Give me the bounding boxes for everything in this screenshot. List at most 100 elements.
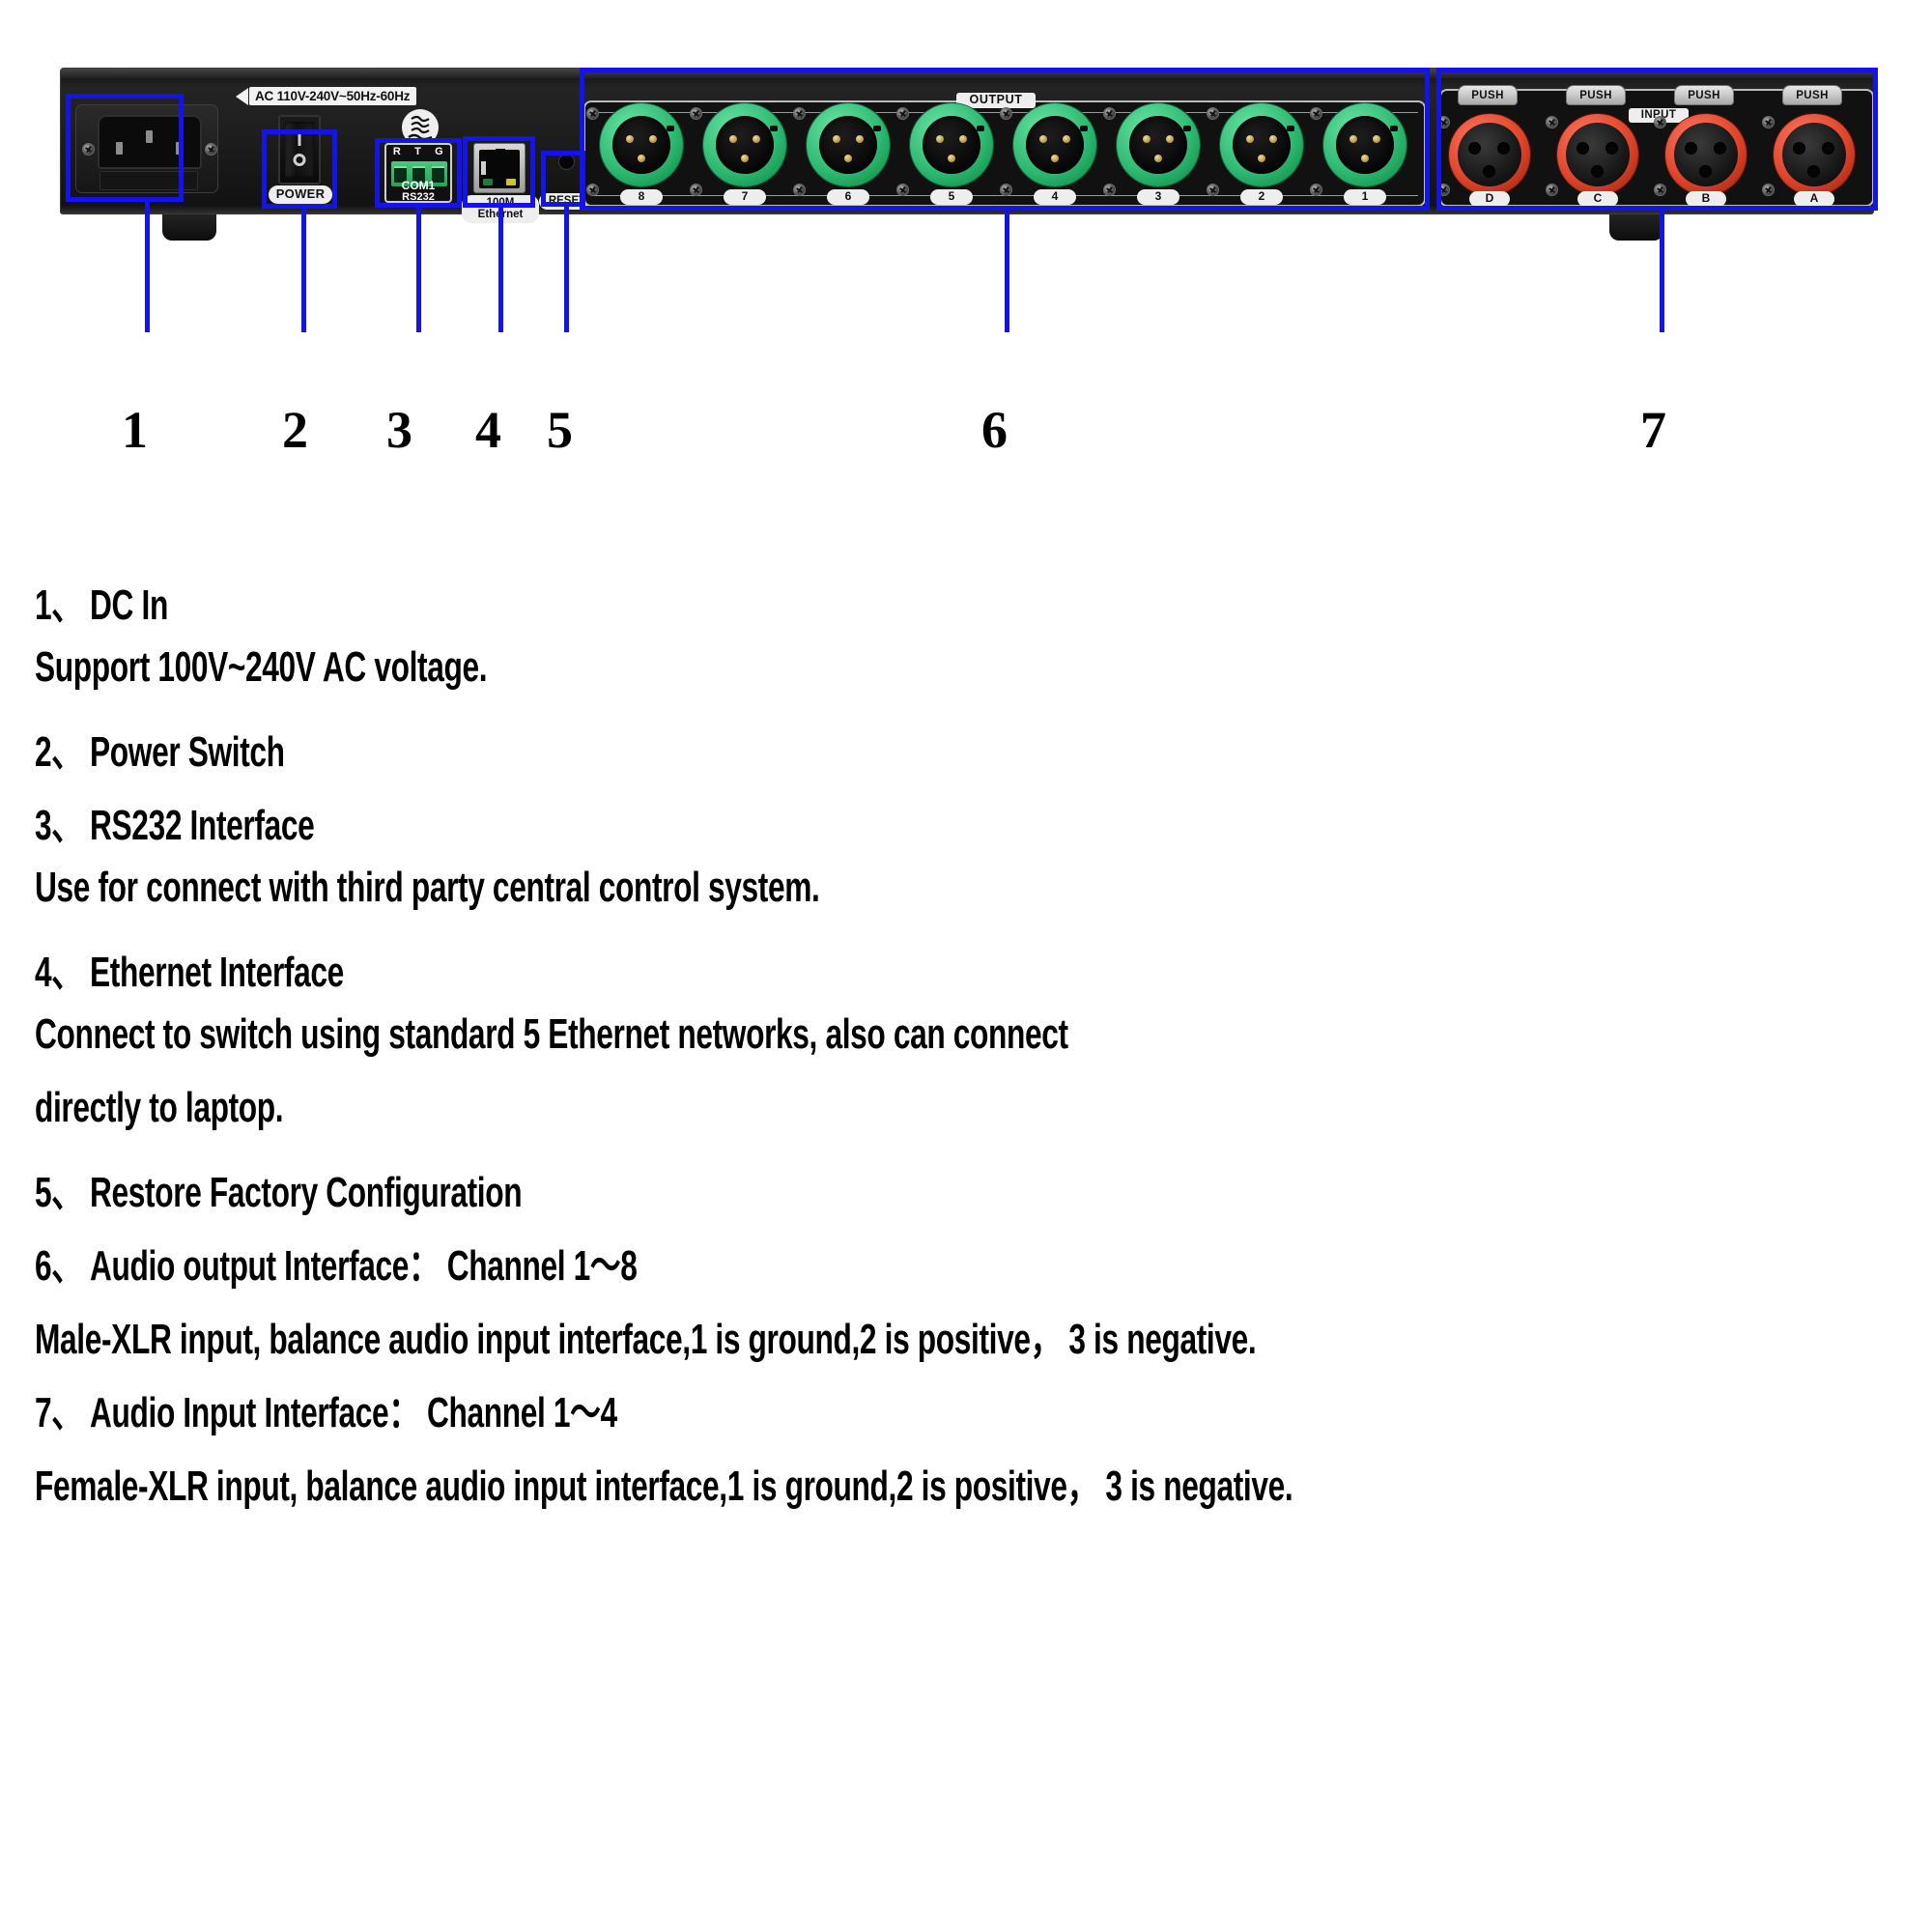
output-channel-label: 2 <box>1240 189 1283 205</box>
callout-leader-7 <box>1660 211 1664 332</box>
input-push-release-tab[interactable]: PUSH <box>1674 85 1734 105</box>
xlr-socket-1 <box>1822 142 1834 155</box>
ac-pin-live <box>116 142 123 155</box>
screw-icon <box>1437 184 1450 196</box>
xlr-female-body <box>1566 123 1630 186</box>
screw-icon <box>896 184 909 196</box>
callout-leader-3 <box>416 208 421 332</box>
xlr-pin-1 <box>741 155 749 162</box>
item-2-title: 2、 Power Switch <box>35 728 285 776</box>
callout-number-2: 2 <box>282 401 308 459</box>
xlr-socket-1 <box>1605 142 1618 155</box>
screw-icon <box>82 143 95 156</box>
screw-icon <box>1207 107 1219 120</box>
item-6-body: Male-XLR input, balance audio input inte… <box>35 1316 1257 1363</box>
xlr-bore <box>1026 116 1088 174</box>
power-rocker[interactable] <box>285 122 314 178</box>
xlr-pin-3 <box>959 135 967 143</box>
screw-icon <box>1103 107 1116 120</box>
screw-icon <box>1546 184 1558 196</box>
chassis-foot-left <box>162 213 216 241</box>
output-xlr-connector[interactable] <box>1010 100 1099 189</box>
xlr-key-tab-icon <box>667 126 674 131</box>
reset-button[interactable] <box>558 154 575 170</box>
input-channel-label: B <box>1686 191 1726 207</box>
input-xlr-connector[interactable] <box>1665 114 1747 195</box>
xlr-key-tab-icon <box>1080 126 1088 131</box>
xlr-female-body <box>1674 123 1738 186</box>
item-1-title: 1、 DC In <box>35 582 168 629</box>
item-3-title: 3、 RS232 Interface <box>35 802 315 849</box>
xlr-pin-1 <box>844 155 852 162</box>
screw-icon <box>1546 116 1558 128</box>
screw-icon <box>690 107 702 120</box>
xlr-pin-2 <box>1350 135 1357 143</box>
screw-icon <box>690 184 702 196</box>
xlr-pin-1 <box>1258 155 1265 162</box>
callout-leader-6 <box>1005 211 1009 332</box>
rs232-protocol-label: RS232 <box>402 190 435 203</box>
xlr-pin-3 <box>753 135 760 143</box>
xlr-female-body <box>1458 123 1521 186</box>
input-xlr-connector[interactable] <box>1557 114 1638 195</box>
rs232-terminal-r: R <box>392 146 402 157</box>
xlr-pin-2 <box>936 135 944 143</box>
input-push-release-tab[interactable]: PUSH <box>1782 85 1842 105</box>
item-7-body: Female-XLR input, balance audio input in… <box>35 1463 1293 1510</box>
xlr-pin-3 <box>649 135 657 143</box>
rs232-terminal-g: G <box>435 146 444 157</box>
item-3-body: Use for connect with third party central… <box>35 864 820 911</box>
screw-icon <box>896 107 909 120</box>
screw-icon <box>1310 184 1322 196</box>
xlr-key-tab-icon <box>1183 126 1191 131</box>
xlr-socket-3 <box>1807 165 1820 178</box>
input-xlr-connector[interactable] <box>1774 114 1855 195</box>
dc-in-ac-inlet[interactable] <box>75 104 218 193</box>
xlr-bore <box>923 116 984 174</box>
xlr-pin-3 <box>1373 135 1380 143</box>
output-xlr-connector[interactable] <box>597 100 686 189</box>
screw-icon <box>1310 107 1322 120</box>
input-xlr-connector[interactable] <box>1449 114 1530 195</box>
output-xlr-connector[interactable] <box>804 100 893 189</box>
input-push-release-tab[interactable]: PUSH <box>1458 85 1518 105</box>
xlr-pin-3 <box>1269 135 1277 143</box>
xlr-female-ring <box>1774 114 1855 195</box>
callout-leader-4 <box>498 208 503 332</box>
power-on-icon <box>298 132 301 146</box>
xlr-pin-3 <box>1166 135 1174 143</box>
xlr-male-ring <box>1117 103 1200 186</box>
ac-pin-neutral <box>176 142 183 155</box>
ac-label-arrow-icon <box>236 88 248 105</box>
input-channel-label: A <box>1794 191 1834 207</box>
power-switch[interactable] <box>278 115 321 185</box>
xlr-bore <box>1129 116 1191 174</box>
output-xlr-connector[interactable] <box>1321 100 1409 189</box>
xlr-socket-2 <box>1793 142 1805 155</box>
input-push-release-tab[interactable]: PUSH <box>1566 85 1626 105</box>
item-7-title: 7、 Audio Input Interface： Channel 1～4 <box>35 1389 617 1436</box>
output-xlr-connector[interactable] <box>1217 100 1306 189</box>
rj45-jack-opening <box>479 149 520 188</box>
output-xlr-connector[interactable] <box>1114 100 1203 189</box>
xlr-male-ring <box>1220 103 1303 186</box>
chassis-top-bevel <box>61 69 1873 78</box>
screw-icon <box>1762 116 1775 128</box>
rj45-link-led <box>483 179 493 185</box>
item-4-body-1: Connect to switch using standard 5 Ether… <box>35 1010 1068 1058</box>
chassis-bottom-bevel <box>61 206 1873 213</box>
rs232-port-caption: COM1 RS232 <box>383 180 454 204</box>
xlr-pin-3 <box>856 135 864 143</box>
screw-icon <box>1762 184 1775 196</box>
output-channel-label: 7 <box>724 189 766 205</box>
ac-inlet-body <box>98 115 202 169</box>
xlr-male-ring <box>910 103 993 186</box>
ethernet-interface[interactable] <box>473 143 526 193</box>
output-xlr-connector[interactable] <box>700 100 789 189</box>
rs232-com-label: COM1 <box>401 179 436 192</box>
output-xlr-connector[interactable] <box>907 100 996 189</box>
screw-icon <box>1000 184 1012 196</box>
rj45-latch-notch <box>496 149 505 160</box>
xlr-female-body <box>1782 123 1846 186</box>
xlr-male-ring <box>1013 103 1096 186</box>
